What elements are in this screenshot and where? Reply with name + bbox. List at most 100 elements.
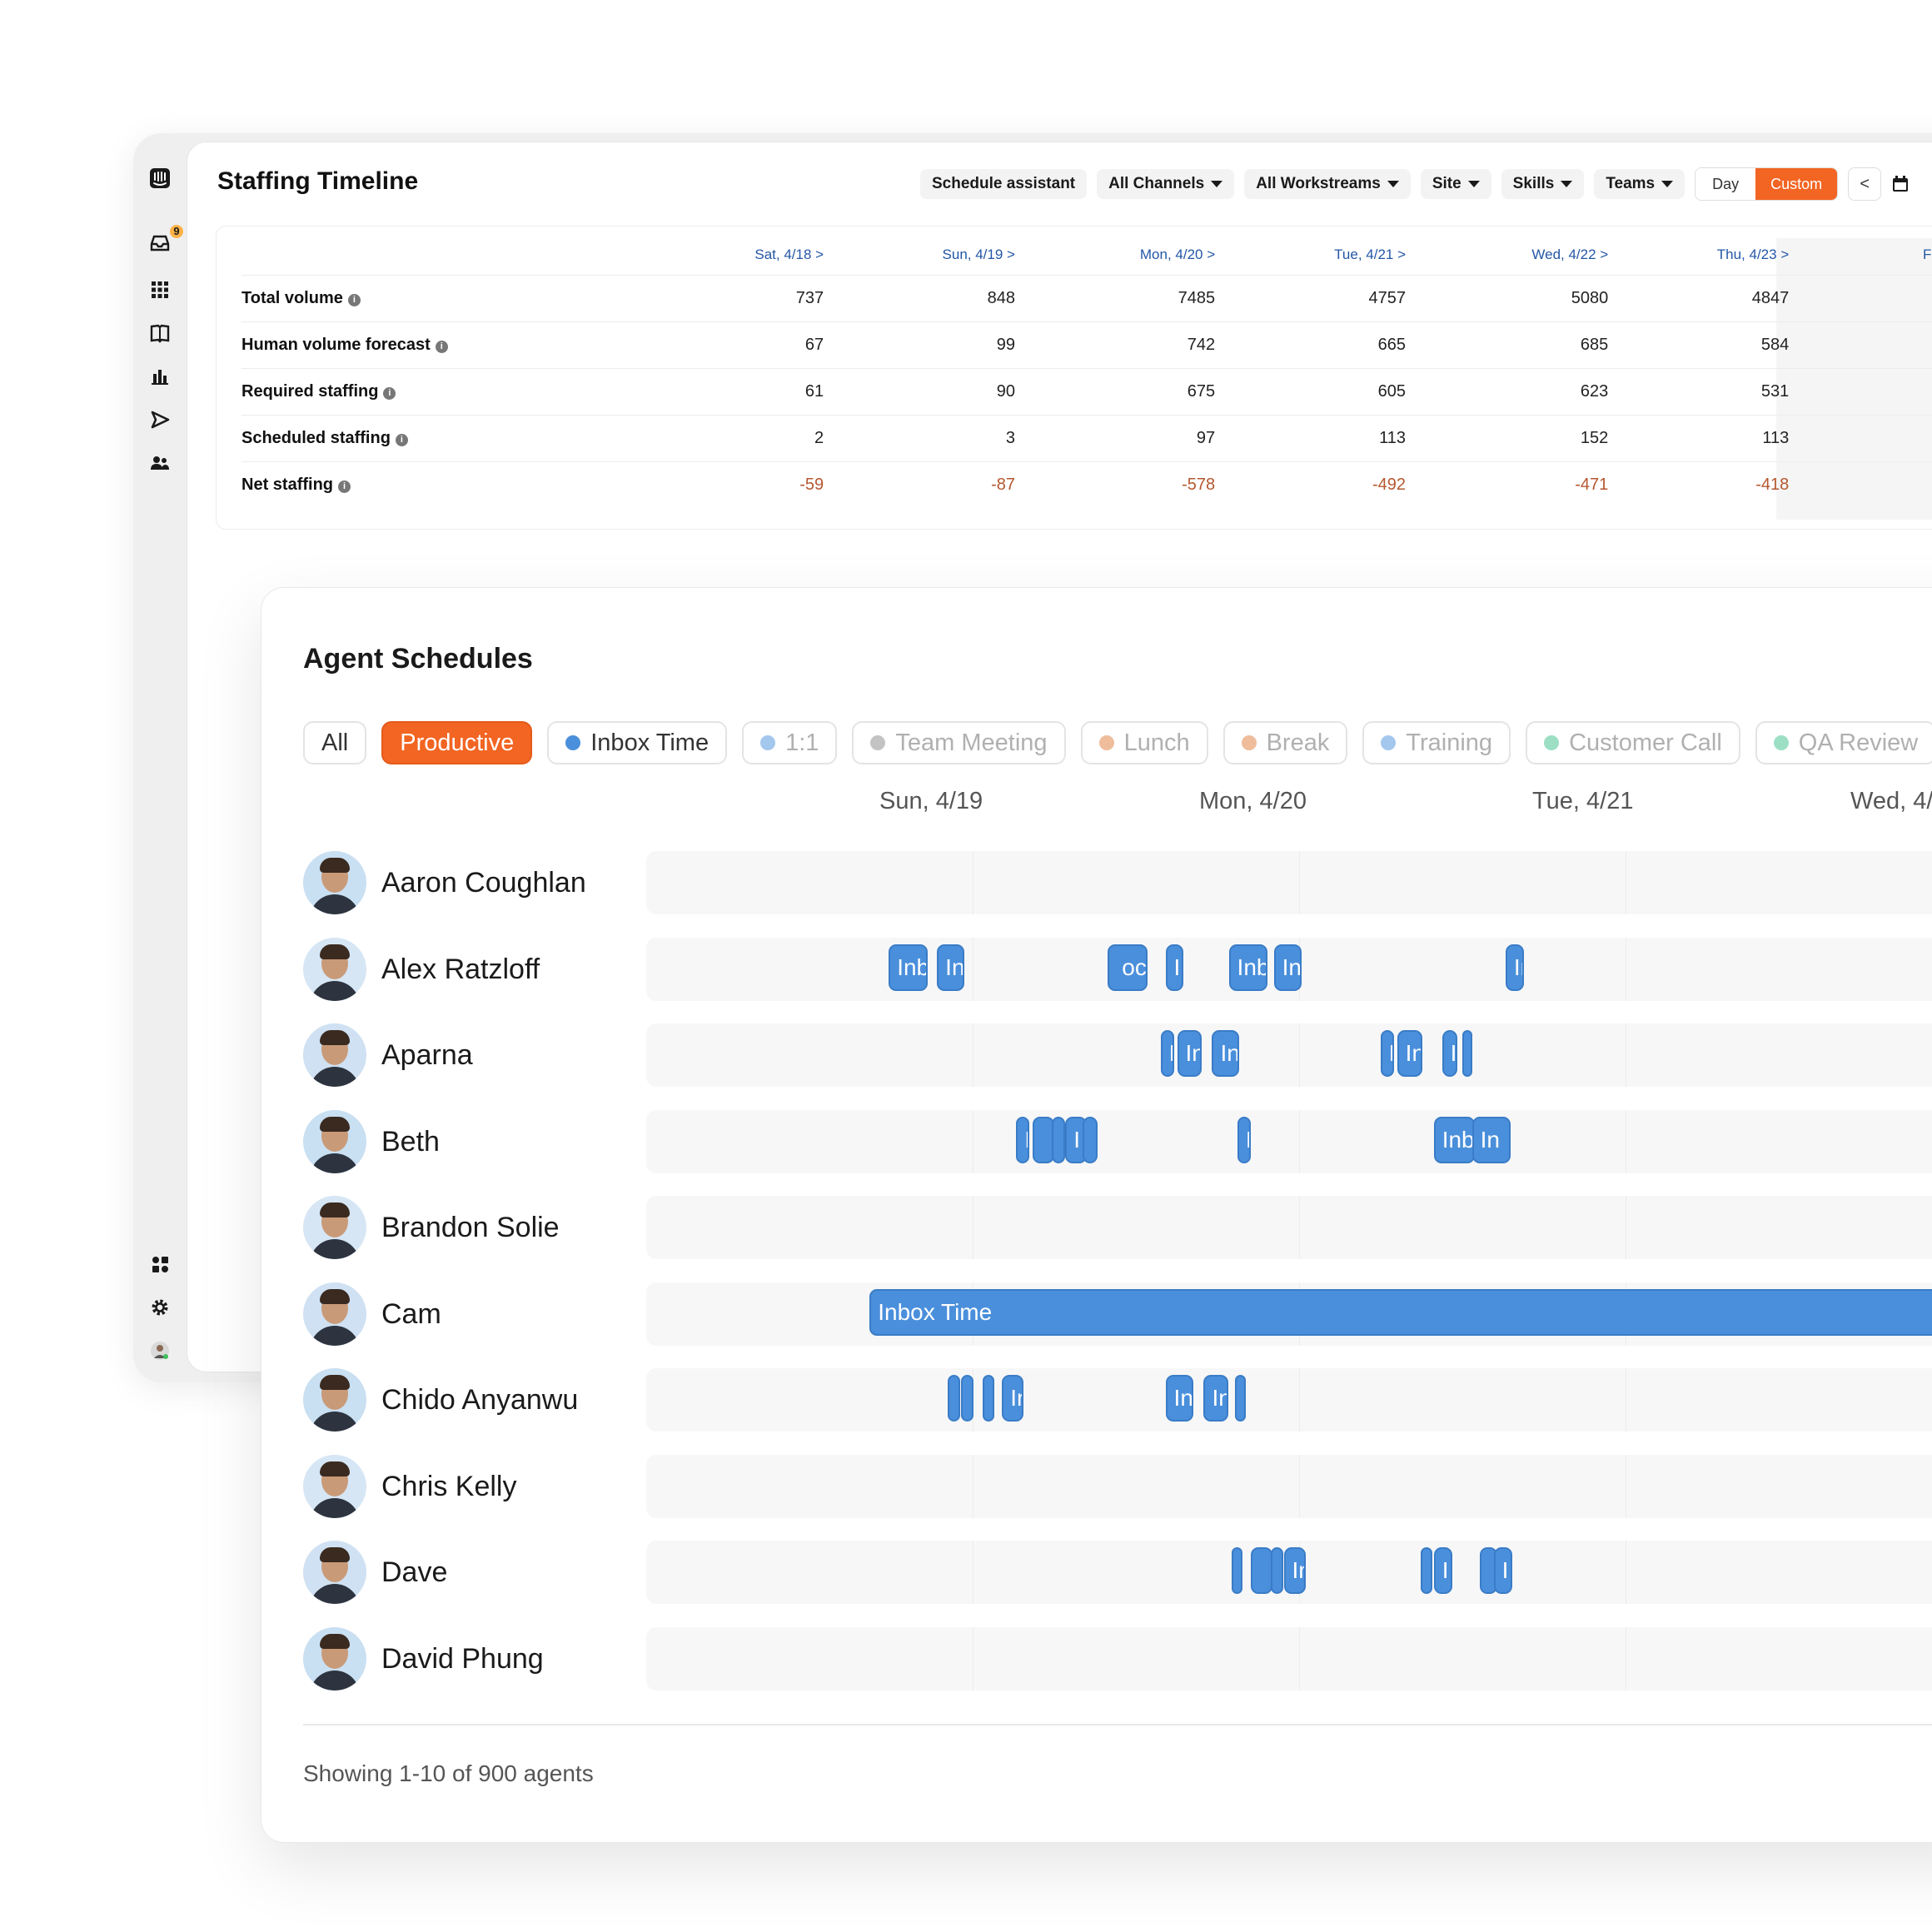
filter-chip[interactable]: All	[303, 721, 367, 764]
apps-grid-icon[interactable]	[145, 275, 175, 305]
schedule-block[interactable]	[1234, 1375, 1247, 1422]
day-column-link[interactable]: Sat, 4/18 >	[497, 227, 829, 275]
schedule-block[interactable]	[1231, 1547, 1242, 1594]
schedule-block[interactable]: I	[1380, 1030, 1394, 1077]
schedule-block[interactable]: Inbc	[889, 944, 929, 991]
contacts-people-icon[interactable]	[145, 448, 175, 478]
channels-dropdown[interactable]: All Channels	[1097, 169, 1235, 199]
filter-chip[interactable]: Inbox Time	[547, 721, 728, 764]
reports-chart-icon[interactable]	[145, 361, 175, 391]
custom-button[interactable]: Custom	[1755, 168, 1838, 200]
schedule-block[interactable]: Inl	[937, 944, 965, 991]
day-column-link[interactable]: Wed, 4/22 >	[1409, 227, 1611, 275]
agent-name[interactable]: Beth	[381, 1110, 440, 1173]
agent-row[interactable]: Aaron Coughlan	[303, 851, 1932, 914]
apps-icon[interactable]	[145, 1249, 175, 1279]
schedule-block[interactable]	[948, 1375, 961, 1422]
filter-chip[interactable]: Break	[1222, 721, 1348, 764]
workstreams-dropdown[interactable]: All Workstreams	[1244, 169, 1411, 199]
filter-chip[interactable]: QA Review	[1755, 721, 1932, 764]
day-button[interactable]: Day	[1695, 168, 1756, 200]
info-icon[interactable]: i	[395, 433, 408, 446]
schedule-block[interactable]: Inbo	[1433, 1116, 1475, 1163]
schedule-track[interactable]	[646, 1454, 1932, 1518]
schedule-track[interactable]: IIIInboIn	[646, 1109, 1932, 1173]
schedule-block[interactable]: oc	[1107, 944, 1148, 991]
schedule-block[interactable]: I	[1160, 1030, 1174, 1077]
schedule-block[interactable]: I	[1237, 1116, 1251, 1163]
schedule-track[interactable]: In II	[646, 1541, 1932, 1604]
schedule-block[interactable]	[1270, 1547, 1284, 1594]
agent-name[interactable]: Alex Ratzloff	[381, 938, 540, 1001]
schedule-block[interactable]: I	[1493, 1547, 1512, 1594]
inbox-icon[interactable]: 9	[145, 225, 183, 258]
user-avatar-icon[interactable]	[145, 1336, 175, 1366]
schedule-block[interactable]	[983, 1375, 995, 1422]
schedule-block[interactable]	[1420, 1547, 1432, 1594]
settings-gear-icon[interactable]	[145, 1292, 175, 1322]
agent-row[interactable]: Dave In II	[303, 1541, 1932, 1604]
outbound-send-icon[interactable]	[145, 405, 175, 435]
agent-name[interactable]: Chris Kelly	[381, 1455, 516, 1518]
agent-row[interactable]: AparnaIInInlIInI	[303, 1023, 1932, 1087]
agent-name[interactable]: Aparna	[381, 1023, 473, 1087]
schedule-block[interactable]	[1250, 1547, 1272, 1594]
schedule-block[interactable]: In	[1397, 1030, 1422, 1077]
day-column-link[interactable]: Mon, 4/20 >	[1018, 227, 1220, 275]
info-icon[interactable]: i	[435, 340, 448, 353]
schedule-block[interactable]: Inl	[1212, 1030, 1240, 1077]
site-dropdown[interactable]: Site	[1420, 169, 1491, 199]
agent-row[interactable]: BethIIIInboIn	[303, 1109, 1932, 1173]
info-icon[interactable]: i	[383, 386, 396, 400]
agent-name[interactable]: David Phung	[381, 1627, 544, 1690]
schedule-block[interactable]	[1083, 1116, 1098, 1163]
schedule-block[interactable]: I	[1016, 1116, 1030, 1163]
schedule-block[interactable]	[1461, 1030, 1472, 1077]
day-column-link[interactable]: Fri, 4/24 >	[1807, 227, 1932, 275]
schedule-track[interactable]: Inbox Time	[646, 1282, 1932, 1346]
day-column-link[interactable]: Sun, 4/19 >	[829, 227, 1018, 275]
filter-chip[interactable]: Productive	[381, 721, 533, 764]
schedule-block[interactable]: In	[1177, 1030, 1203, 1077]
skills-dropdown[interactable]: Skills	[1501, 169, 1585, 199]
schedule-track[interactable]: Ir Inl In	[646, 1368, 1932, 1432]
agent-row[interactable]: Chido Anyanwu Ir Inl In	[303, 1368, 1932, 1432]
knowledge-book-icon[interactable]	[145, 318, 175, 348]
agent-row[interactable]: Chris Kelly	[303, 1454, 1932, 1518]
agent-name[interactable]: Chido Anyanwu	[381, 1368, 578, 1432]
intercom-logo-icon[interactable]	[145, 163, 175, 193]
calendar-icon[interactable]	[1891, 175, 1910, 193]
agent-row[interactable]: David Phung	[303, 1626, 1932, 1690]
schedule-block[interactable]: In	[1283, 1547, 1306, 1594]
schedule-track[interactable]: IInInlIInI	[646, 1023, 1932, 1087]
schedule-block[interactable]: In	[1203, 1375, 1229, 1422]
agent-name[interactable]: Dave	[381, 1541, 447, 1604]
filter-chip[interactable]: Team Meeting	[852, 721, 1066, 764]
prev-range-button[interactable]: <	[1848, 167, 1882, 201]
schedule-block[interactable]: Inbc	[1228, 944, 1268, 991]
schedule-block[interactable]	[1052, 1116, 1066, 1163]
schedule-track[interactable]	[646, 1196, 1932, 1259]
schedule-block[interactable]: Inl	[1273, 944, 1302, 991]
filter-chip[interactable]: Customer Call	[1526, 721, 1740, 764]
agent-name[interactable]: Aaron Coughlan	[381, 851, 586, 914]
schedule-block[interactable]	[961, 1375, 974, 1422]
schedule-track[interactable]	[646, 1626, 1932, 1690]
filter-chip[interactable]: Training	[1362, 721, 1511, 764]
day-column-link[interactable]: Tue, 4/21 >	[1220, 227, 1409, 275]
info-icon[interactable]: i	[338, 480, 351, 493]
schedule-block[interactable]: Inl	[1165, 1375, 1193, 1422]
schedule-assistant-button[interactable]: Schedule assistant	[920, 169, 1088, 199]
day-column-link[interactable]: Thu, 4/23 >	[1611, 227, 1807, 275]
info-icon[interactable]: i	[347, 293, 361, 306]
schedule-block[interactable]: Ir	[1165, 944, 1184, 991]
schedule-block[interactable]: Inbox Time	[869, 1288, 1932, 1336]
schedule-block[interactable]: In	[1471, 1116, 1511, 1163]
agent-row[interactable]: Alex RatzloffInbcInl ocIrInbcInlIr	[303, 937, 1932, 1001]
filter-chip[interactable]: 1:1	[742, 721, 838, 764]
schedule-block[interactable]: Ir	[1505, 944, 1524, 991]
agent-name[interactable]: Cam	[381, 1282, 441, 1346]
filter-chip[interactable]: Lunch	[1080, 721, 1208, 764]
schedule-block[interactable]: Ir	[1002, 1375, 1024, 1422]
schedule-track[interactable]	[646, 851, 1932, 914]
